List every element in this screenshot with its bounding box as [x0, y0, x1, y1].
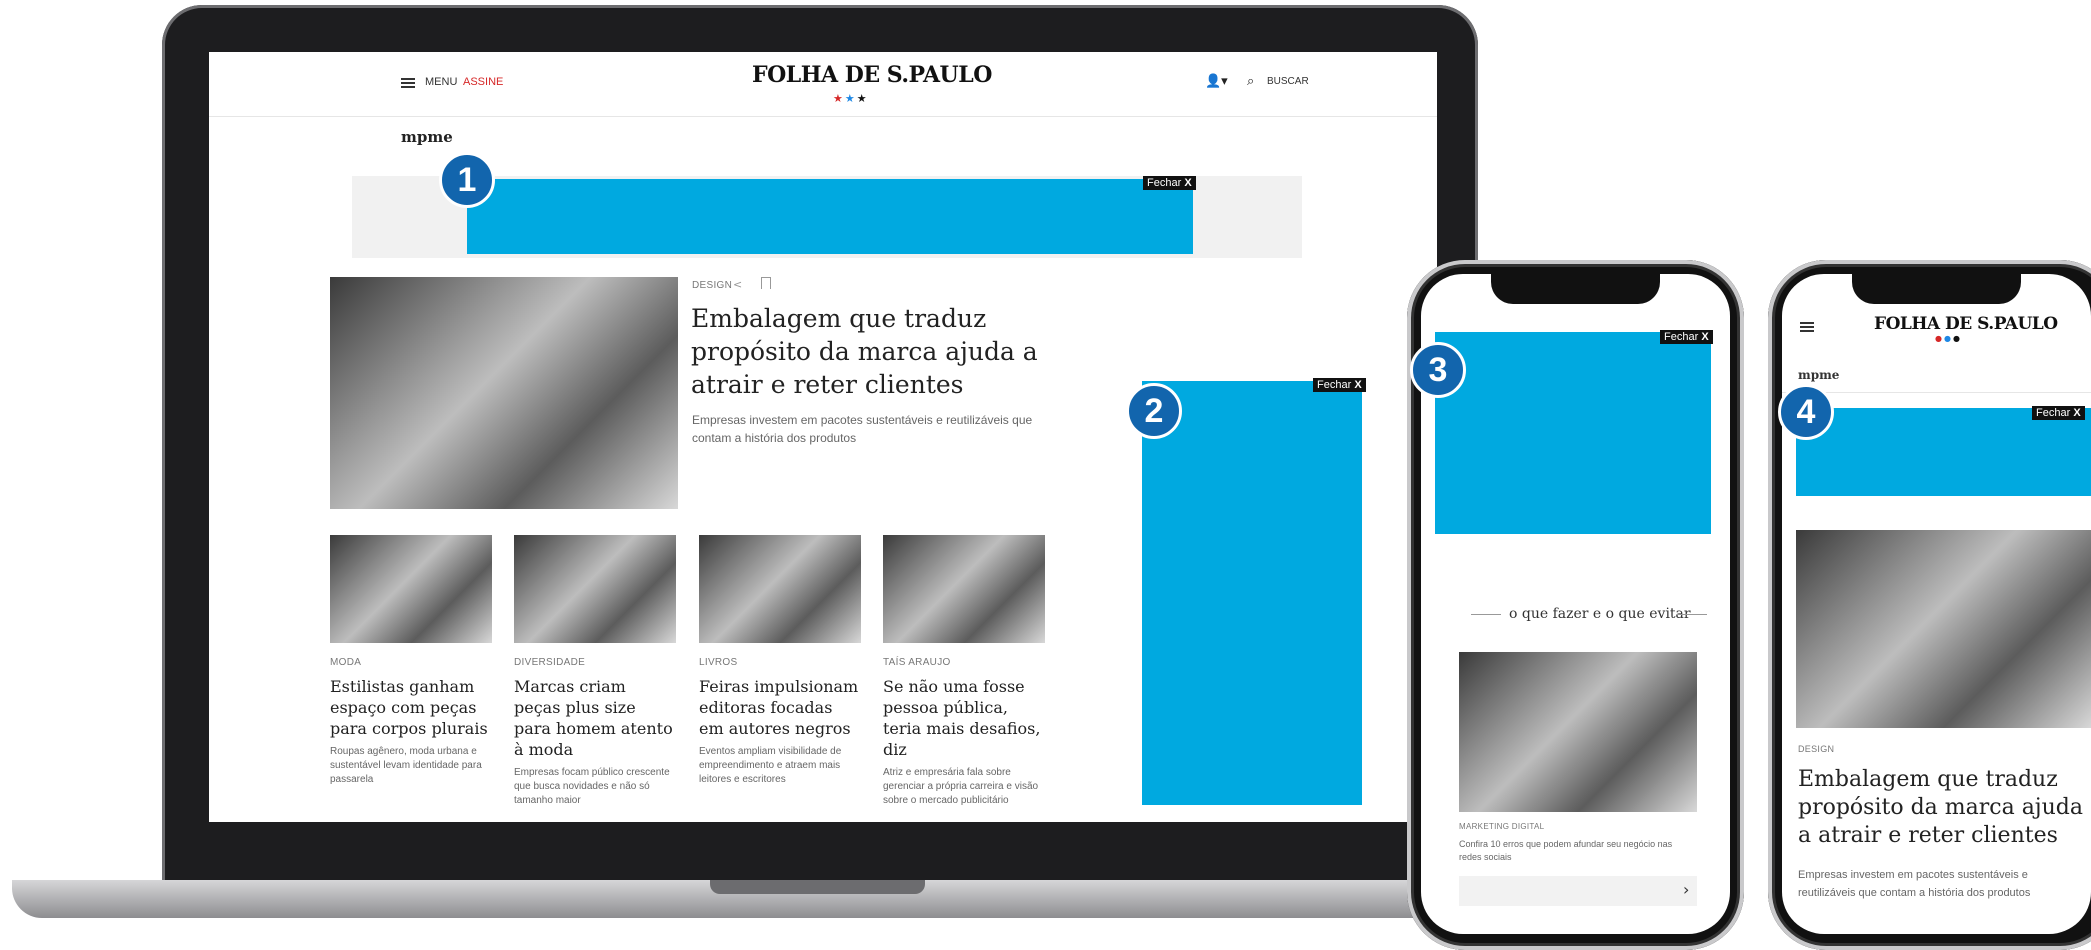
phone-screen-2: FOLHA DE S.PAULO ●●● mpme Fechar X DESIG… [1782, 274, 2091, 934]
story-card-2[interactable]: DIVERSIDADE Marcas criam peças plus size… [514, 535, 676, 808]
lead-story-headline[interactable]: Embalagem que traduz propósito da marca … [1798, 766, 2088, 850]
share-icon[interactable]: < [733, 278, 742, 291]
subscribe-link[interactable]: ASSINE [463, 76, 503, 88]
story-card-headline[interactable]: Se não uma fosse pessoa pública, teria m… [883, 676, 1045, 760]
story-summary: Confira 10 erros que podem afundar seu n… [1459, 839, 1673, 862]
site-logo[interactable]: FOLHA DE S.PAULO [1874, 314, 2058, 334]
story-card-4[interactable]: TAÍS ARAUJO Se não uma fosse pessoa públ… [883, 535, 1045, 808]
story-card-headline[interactable]: Feiras impulsionam editoras focadas em a… [699, 676, 861, 739]
story-card-1[interactable]: MODA Estilistas ganham espaço com peças … [330, 535, 492, 787]
site-logo[interactable]: FOLHA DE S.PAULO [752, 62, 992, 88]
story-card-summary: Empresas focam público crescente que bus… [514, 767, 670, 806]
badge-4: 4 [1778, 384, 1834, 440]
carousel-bar [1459, 876, 1697, 906]
search-icon[interactable]: ⌕ [1247, 74, 1254, 89]
ad-banner-side[interactable] [1142, 381, 1362, 805]
badge-2: 2 [1126, 383, 1182, 439]
site-header: MENU ASSINE FOLHA DE S.PAULO ★★★ 👤▾ ⌕ BU… [209, 52, 1437, 117]
story-card-image[interactable] [699, 535, 861, 643]
phone-screen-1: Fechar X o que fazer e o que evitar MARK… [1421, 274, 1730, 934]
divider [1782, 392, 2091, 393]
menu-button[interactable]: MENU [425, 76, 457, 88]
lead-story-tag[interactable]: DESIGN [1798, 744, 1834, 754]
lead-story-summary: Empresas investem em pacotes sustentávei… [1798, 869, 2031, 899]
story-card-tag[interactable]: DIVERSIDADE [514, 657, 676, 668]
divider [1677, 614, 1707, 615]
illustration-image[interactable] [1459, 652, 1697, 812]
ad-banner-mobile-2[interactable] [1796, 408, 2091, 496]
lead-story-summary: Empresas investem em pacotes sustentávei… [692, 413, 1033, 445]
story-card-headline[interactable]: Estilistas ganham espaço com peças para … [330, 676, 492, 739]
next-arrow-icon[interactable]: › [1683, 880, 1689, 899]
story-card-tag[interactable]: MODA [330, 657, 492, 668]
section-title: mpme [401, 128, 453, 146]
ad-close-button-2[interactable]: Fechar X [1313, 378, 1366, 392]
menu-icon[interactable] [1800, 322, 1814, 332]
ad-close-button-3[interactable]: Fechar X [1660, 330, 1713, 344]
story-card-tag[interactable]: LIVROS [699, 657, 861, 668]
divider [1471, 614, 1501, 615]
menu-icon[interactable] [401, 78, 415, 88]
section-title: mpme [1798, 368, 1840, 382]
ad-banner-top[interactable] [467, 179, 1193, 254]
laptop-notch [710, 880, 925, 894]
bookmark-icon[interactable] [761, 277, 771, 289]
logo-stars-icon: ★★★ [833, 92, 869, 105]
story-card-summary: Atriz e empresária fala sobre gerenciar … [883, 767, 1039, 806]
lead-story-headline[interactable]: Embalagem que traduz propósito da marca … [691, 302, 1071, 401]
story-card-summary: Roupas agênero, moda urbana e sustentáve… [330, 746, 482, 785]
story-card-image[interactable] [514, 535, 676, 643]
story-card-3[interactable]: LIVROS Feiras impulsionam editoras focad… [699, 535, 861, 787]
lead-story-image[interactable] [330, 277, 678, 509]
story-tag[interactable]: MARKETING DIGITAL [1459, 822, 1544, 831]
lead-story-tag[interactable]: DESIGN [692, 280, 732, 291]
badge-3: 3 [1410, 342, 1466, 398]
section-heading: o que fazer e o que evitar [1509, 606, 1691, 622]
phone-notch [1491, 274, 1660, 304]
story-card-summary: Eventos ampliam visibilidade de empreend… [699, 746, 842, 785]
story-card-image[interactable] [330, 535, 492, 643]
search-button[interactable]: BUSCAR [1267, 76, 1309, 87]
badge-1: 1 [439, 152, 495, 208]
ad-close-button-1[interactable]: Fechar X [1143, 176, 1196, 190]
desktop-page: MENU ASSINE FOLHA DE S.PAULO ★★★ 👤▾ ⌕ BU… [209, 52, 1437, 822]
ad-banner-mobile-1[interactable] [1435, 332, 1711, 534]
story-card-tag[interactable]: TAÍS ARAUJO [883, 657, 1045, 668]
lead-story-image[interactable] [1796, 530, 2091, 728]
logo-stars-icon: ●●● [1935, 334, 1962, 343]
story-card-image[interactable] [883, 535, 1045, 643]
phone-notch [1852, 274, 2021, 304]
user-account-icon[interactable]: 👤▾ [1205, 74, 1228, 89]
ad-close-button-4[interactable]: Fechar X [2032, 406, 2085, 420]
story-card-headline[interactable]: Marcas criam peças plus size para homem … [514, 676, 676, 760]
